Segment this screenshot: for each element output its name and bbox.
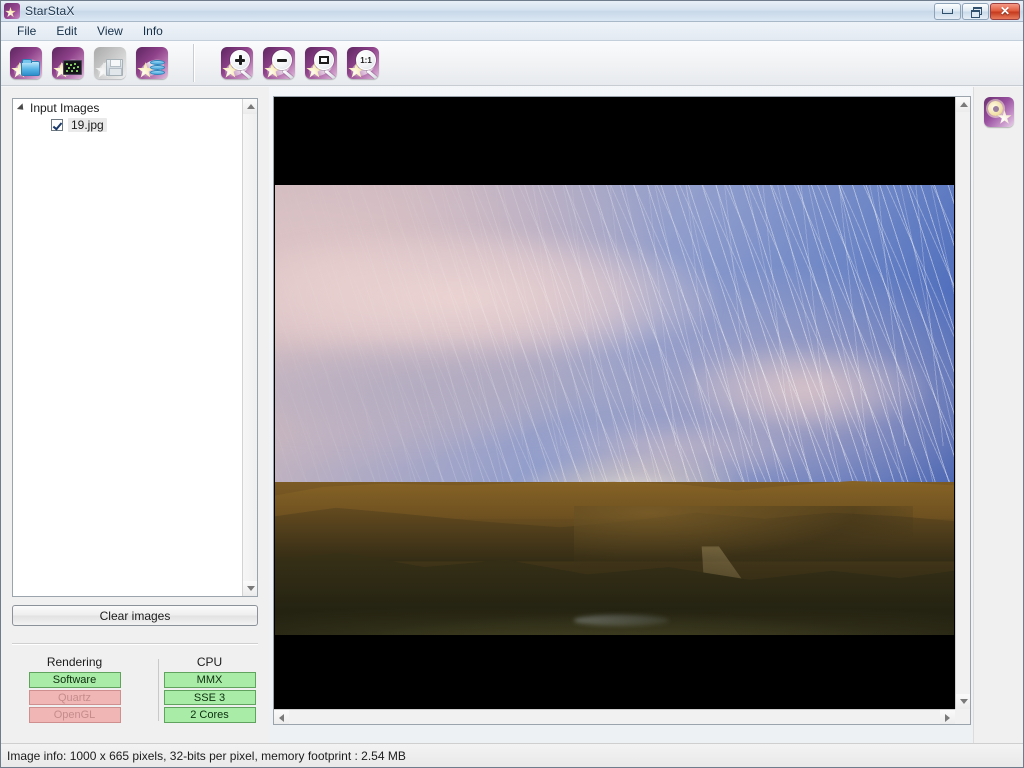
cpu-chip-sse3: SSE 3 [163,689,256,706]
save-image-button [91,44,129,82]
chevron-down-icon [959,699,968,704]
actual-size-button[interactable]: 1:1 [344,44,382,82]
zoom-out-button[interactable] [260,44,298,82]
clear-images-button[interactable]: Clear images [12,605,258,626]
start-processing-button[interactable] [49,44,87,82]
menu-item-view[interactable]: View [87,22,133,40]
open-images-button[interactable] [7,44,45,82]
image-viewer[interactable] [273,96,971,725]
menu-bar: File Edit View Info [1,22,1023,41]
collapse-triangle-icon[interactable] [16,102,27,113]
fit-to-window-icon [305,47,337,79]
scroll-down-button[interactable] [956,694,970,709]
close-button[interactable]: ✕ [990,2,1020,20]
star-trails-layer-secondary [275,185,954,446]
save-as-button[interactable] [133,44,171,82]
status-text: Image info: 1000 x 665 pixels, 32-bits p… [7,748,406,763]
vertical-scrollbar[interactable] [955,97,970,709]
zoom-out-icon [263,47,295,79]
title-bar: StarStaX ✕ [1,1,1023,22]
horizontal-scrollbar[interactable] [274,709,955,724]
tree-root-input-images[interactable]: Input Images [13,99,257,116]
zoom-in-button[interactable] [218,44,256,82]
actual-size-label: 1:1 [360,55,372,65]
status-bar: Image info: 1000 x 665 pixels, 32-bits p… [1,743,1023,767]
image-file-label: 19.jpg [68,117,107,132]
open-images-icon [10,47,42,79]
scroll-left-button[interactable] [274,710,289,724]
window-controls: ✕ [934,2,1020,20]
chevron-down-icon [246,586,255,591]
left-sidebar: Input Images 19.jpg Clear images Renderi… [1,87,269,743]
star-trail-photo [275,185,954,635]
tree-root-label: Input Images [30,100,100,115]
scrollbar-corner [955,709,970,724]
cpu-title: CPU [196,655,223,669]
starstax-window: StarStaX ✕ File Edit View Info 1:1 Input… [0,0,1024,768]
save-as-icon [136,47,168,79]
valley [573,506,914,574]
sidebar-scroll-down-button[interactable] [243,581,257,596]
rendering-chip-quartz: Quartz [28,689,121,706]
start-processing-icon [52,47,84,79]
toolbar-separator [193,44,194,82]
rendering-chip-opengl: OpenGL [28,707,121,724]
scroll-right-button[interactable] [940,710,955,724]
foreground-grass [275,601,954,635]
restore-icon [970,6,982,18]
list-item[interactable]: 19.jpg [13,116,257,133]
window-title: StarStaX [25,4,75,18]
right-panel [973,87,1023,743]
chevron-up-icon [246,104,255,109]
sidebar-scroll-up-button[interactable] [243,99,257,114]
cpu-group: CPU MMX SSE 3 2 Cores [161,655,258,725]
sidebar-divider [12,643,258,644]
save-image-icon [94,47,126,79]
sidebar-scrollbar[interactable] [242,99,257,596]
menu-item-edit[interactable]: Edit [46,22,87,40]
toolbar: 1:1 [1,41,1023,86]
input-images-tree[interactable]: Input Images 19.jpg [12,98,258,597]
settings-gear-icon [984,97,1014,127]
menu-item-info[interactable]: Info [133,22,173,40]
ground-layer [275,481,954,635]
menu-item-file[interactable]: File [7,22,46,40]
chevron-up-icon [959,102,968,107]
rendering-title: Rendering [46,655,103,669]
image-checkbox[interactable] [51,118,63,131]
close-icon: ✕ [999,4,1011,18]
image-canvas[interactable] [274,97,955,709]
fit-to-window-button[interactable] [302,44,340,82]
rendering-chip-software: Software [28,672,121,688]
rendering-group: Rendering Software Quartz OpenGL [26,655,123,725]
minimize-icon [942,8,953,14]
scroll-up-button[interactable] [956,97,970,112]
chevron-right-icon [945,713,950,722]
starstax-logo-icon [4,3,20,19]
capabilities-panel: Rendering Software Quartz OpenGL CPU MMX… [12,655,258,725]
restore-button[interactable] [962,2,989,20]
chevron-left-icon [279,713,284,722]
actual-size-icon: 1:1 [347,47,379,79]
capabilities-divider [158,659,159,721]
cpu-chip-mmx: MMX [163,672,256,688]
zoom-in-icon [221,47,253,79]
preferences-button[interactable] [982,95,1016,129]
cpu-chip-cores: 2 Cores [163,707,256,724]
minimize-button[interactable] [934,2,961,20]
